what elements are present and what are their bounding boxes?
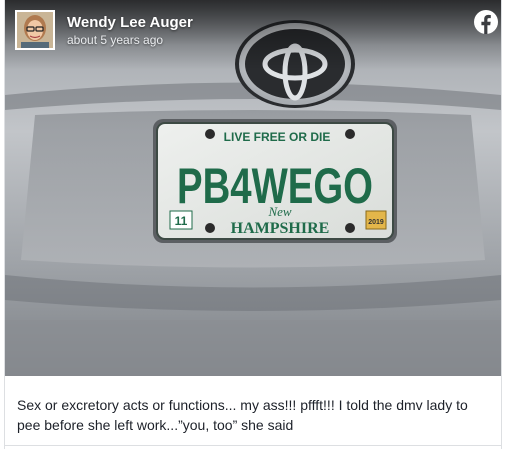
caption-line: Sex or excretory acts or functions... my…	[17, 397, 468, 413]
facebook-post-card: LIVE FREE OR DIE PB4WEGO 11 New HAMPSHIR…	[4, 0, 502, 449]
plate-motto: LIVE FREE OR DIE	[224, 130, 331, 144]
facebook-icon[interactable]	[474, 10, 498, 34]
plate-year-sticker: 2019	[368, 219, 384, 226]
plate-state: HAMPSHIRE	[231, 220, 330, 237]
post-caption: Sex or excretory acts or functions... my…	[17, 395, 493, 435]
plate-month-sticker: 11	[175, 214, 188, 228]
author-name[interactable]: Wendy Lee Auger	[67, 14, 193, 31]
license-plate: LIVE FREE OR DIE PB4WEGO 11 New HAMPSHIR…	[153, 119, 397, 243]
plate-script: New	[267, 204, 291, 219]
post-timestamp[interactable]: about 5 years ago	[67, 33, 163, 47]
divider	[5, 445, 501, 446]
caption-line: pee before she left work...”you, too” sh…	[17, 417, 294, 433]
avatar[interactable]	[15, 10, 55, 50]
